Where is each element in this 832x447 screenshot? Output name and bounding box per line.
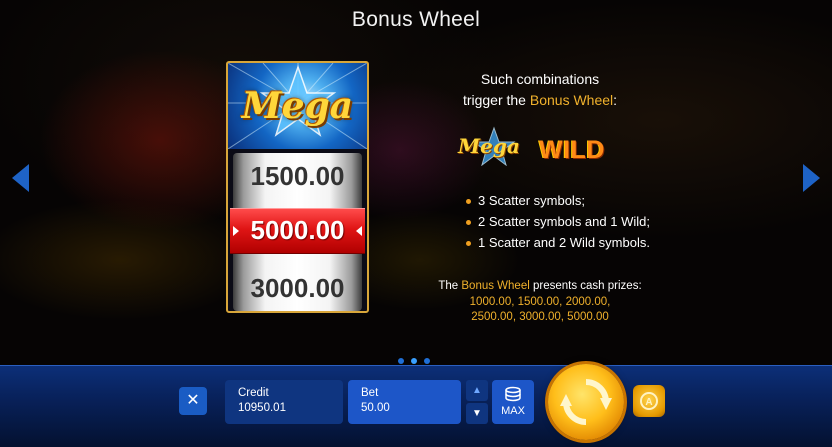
prize-intro-highlight: Bonus Wheel: [461, 280, 530, 292]
reel-selected-row: 5000.00: [230, 208, 365, 254]
bet-stepper: ▲ ▼: [466, 380, 488, 424]
bonus-wheel-reel: Mega 1500.00 5000.00 3000.00: [226, 61, 369, 313]
list-item: 1 Scatter and 2 Wild symbols.: [466, 235, 650, 256]
trigger-list: 3 Scatter symbols; 2 Scatter symbols and…: [466, 193, 650, 256]
reel-header: Mega: [228, 63, 367, 149]
info-line-2-highlight: Bonus Wheel: [529, 92, 614, 108]
close-button[interactable]: ✕: [179, 387, 207, 415]
bet-display[interactable]: Bet 50.00: [348, 380, 461, 424]
prize-values-line-1: 1000.00, 1500.00, 2000.00,: [469, 295, 611, 308]
svg-text:A: A: [645, 397, 652, 408]
prize-description: The Bonus Wheel presents cash prizes: 10…: [420, 279, 660, 326]
chevron-down-icon: ▼: [472, 408, 482, 419]
credit-display: Credit 10950.01: [225, 380, 343, 424]
prize-intro: The Bonus Wheel presents cash prizes:: [420, 279, 660, 295]
bet-value: 50.00: [361, 402, 390, 414]
list-item: 2 Scatter symbols and 1 Wild;: [466, 214, 650, 235]
chevron-up-icon: ▲: [472, 385, 482, 396]
page-dot[interactable]: [424, 358, 430, 364]
prize-intro-suffix: presents cash prizes:: [529, 280, 642, 292]
page-title: Bonus Wheel: [351, 8, 481, 31]
mega-wild-logo: Mega WILD: [455, 126, 615, 170]
mega-wild-logo-wild: WILD: [539, 136, 605, 164]
close-icon: ✕: [186, 392, 200, 409]
info-line-2: trigger the Bonus Wheel:: [420, 92, 660, 108]
bet-decrease-button[interactable]: ▼: [466, 403, 488, 424]
bet-label: Bet: [361, 387, 379, 399]
credit-value: 10950.01: [238, 402, 286, 414]
coins-icon: [505, 386, 521, 402]
prize-values-line-2: 2500.00, 3000.00, 5000.00: [471, 311, 609, 323]
reel-value-selected: 5000.00: [250, 215, 345, 245]
max-label: MAX: [501, 405, 525, 417]
game-background: [0, 0, 832, 370]
prize-intro-prefix: The: [438, 280, 462, 292]
info-line-1: Such combinations: [480, 71, 600, 87]
prev-page-arrow-icon[interactable]: [12, 164, 29, 192]
bet-increase-button[interactable]: ▲: [466, 380, 488, 401]
credit-label: Credit: [238, 387, 269, 399]
mega-wild-logo-mega: Mega: [458, 134, 520, 158]
mega-logo: Mega: [241, 85, 354, 127]
list-item: 3 Scatter symbols;: [466, 193, 650, 214]
page-dot[interactable]: [398, 358, 404, 364]
page-dot-active[interactable]: [411, 358, 417, 364]
reel-drum: 1500.00 5000.00 3000.00: [230, 153, 365, 311]
pointer-right-icon: [356, 226, 362, 236]
autoplay-icon: A: [640, 392, 658, 410]
spin-arrows-icon: [560, 379, 612, 425]
info-line-2-suffix: :: [613, 92, 618, 108]
reel-value-top: 1500.00: [250, 161, 345, 191]
reel-value-bottom: 3000.00: [250, 273, 345, 303]
info-line-2-prefix: trigger the: [462, 92, 530, 108]
max-bet-button[interactable]: MAX: [492, 380, 534, 424]
spin-button[interactable]: [548, 364, 624, 440]
next-page-arrow-icon[interactable]: [803, 164, 820, 192]
autoplay-button[interactable]: A: [633, 385, 665, 417]
